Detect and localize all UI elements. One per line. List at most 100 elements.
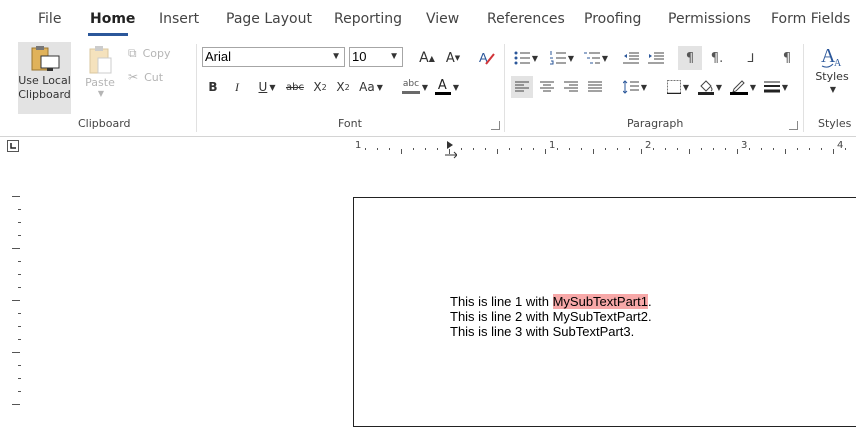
ruler-tick (845, 148, 846, 150)
vertical-ruler[interactable] (8, 190, 28, 414)
tab-file[interactable]: File (38, 11, 61, 27)
tab-permissions[interactable]: Permissions (668, 11, 751, 27)
ruler-tick (12, 352, 20, 353)
font-group-label: Font (338, 117, 362, 130)
tab-selector-button[interactable] (7, 140, 19, 152)
borders-button[interactable]: ▼ (664, 76, 692, 98)
ruler-tick (701, 148, 702, 150)
show-formatting-button[interactable]: ¶ (678, 46, 702, 70)
paragraph-marks-button[interactable]: ¶. (706, 48, 728, 68)
tab-references[interactable]: References (487, 11, 565, 27)
ruler-tick (18, 235, 21, 236)
ruler-tick (12, 404, 20, 405)
chevron-down-icon: ▼ (331, 51, 341, 62)
ruler-tick (533, 148, 534, 150)
border-color-button[interactable]: ▼ (728, 76, 758, 98)
chevron-down-icon: ▼ (421, 82, 429, 92)
line-spacing-button[interactable]: ▼ (620, 76, 650, 98)
underline-icon: U (258, 80, 268, 94)
bullets-button[interactable]: ▼ (512, 48, 540, 68)
line-1-suffix: . (647, 294, 652, 309)
clear-formatting-button[interactable]: A (476, 48, 498, 68)
font-color-button[interactable]: A ▼ (432, 77, 462, 97)
chevron-down-icon: ▼ (715, 82, 723, 92)
tab-reporting[interactable]: Reporting (334, 11, 402, 27)
group-separator (803, 44, 804, 132)
superscript-mark: 2 (344, 82, 350, 92)
use-local-clipboard-button[interactable]: Use Local Clipboard (18, 42, 71, 114)
tab-form-fields[interactable]: Form Fields (771, 11, 850, 27)
document-line-3[interactable]: This is line 3 with SubTextPart3. (450, 324, 634, 339)
ruler-tick (18, 313, 21, 314)
ruler-tick (401, 149, 402, 154)
ruler-tick (18, 391, 21, 392)
tab-insert[interactable]: Insert (159, 11, 199, 27)
line-style-button[interactable]: ▼ (762, 76, 790, 98)
subscript-button[interactable]: X2 (310, 77, 330, 97)
font-family-combo[interactable]: Arial ▼ (202, 47, 345, 67)
document-line-2[interactable]: This is line 2 with MySubTextPart2. (450, 309, 652, 324)
highlighted-text[interactable]: MySubTextPart1 (552, 294, 648, 309)
horizontal-ruler[interactable]: 1 1 2 3 4 (0, 137, 856, 159)
ruler-tick (18, 287, 21, 288)
superscript-button[interactable]: X2 (333, 77, 353, 97)
highlight-color-button[interactable]: abc ▼ (400, 77, 430, 97)
align-right-button[interactable] (560, 76, 582, 98)
ruler-tick (725, 148, 726, 150)
align-center-button[interactable] (536, 76, 558, 98)
ruler-tick (605, 148, 606, 150)
grow-font-button[interactable]: A ▲ (416, 48, 438, 68)
ruler-tick (461, 148, 462, 150)
ruler-tick (569, 148, 570, 150)
font-dialog-launcher-icon[interactable] (491, 121, 500, 130)
document-page[interactable]: This is line 1 with MySubTextPart1. This… (353, 197, 856, 427)
bold-button[interactable]: B (204, 77, 222, 97)
styles-button[interactable]: A A Styles ▼ (810, 42, 854, 112)
copy-label: Copy (142, 46, 171, 60)
chevron-down-icon: ▼ (601, 53, 609, 63)
subscript-icon: X (313, 80, 322, 94)
ruler-tick (12, 300, 20, 301)
tab-view[interactable]: View (426, 11, 459, 27)
decrease-indent-button[interactable] (620, 48, 642, 68)
paragraph-dialog-launcher-icon[interactable] (789, 121, 798, 130)
copy-button[interactable]: ⧉ Copy (128, 44, 184, 62)
strikethrough-button[interactable]: abc (284, 77, 306, 97)
italic-button[interactable]: I (228, 77, 246, 97)
pilcrow-arrow-icon: ¶. (710, 50, 724, 66)
tab-page-layout[interactable]: Page Layout (226, 11, 312, 27)
ruler-tick (18, 378, 21, 379)
paragraph-mark-button[interactable]: ¶ (776, 48, 798, 68)
styles-label: Styles (815, 70, 849, 83)
ruler-tick (665, 148, 666, 150)
ruler-scale: 1 1 2 3 4 (353, 139, 856, 157)
chevron-down-icon: ▼ (682, 82, 690, 92)
align-right-icon (564, 81, 578, 92)
tab-proofing[interactable]: Proofing (584, 11, 641, 27)
paste-button[interactable]: Paste ▼ (80, 42, 120, 114)
multilevel-list-button[interactable]: ▼ (582, 48, 610, 68)
font-size-combo[interactable]: 10 ▼ (349, 47, 403, 67)
chevron-down-icon: ▼ (781, 82, 789, 92)
increase-indent-button[interactable] (645, 48, 667, 68)
chevron-down-icon: ▼ (829, 85, 837, 94)
ruler-tick (497, 149, 498, 154)
font-family-value: Arial (205, 49, 232, 64)
ruler-tick (485, 148, 486, 150)
shading-button[interactable]: ▼ (696, 76, 724, 98)
hidden-text-button[interactable]: ⅃ (740, 48, 762, 68)
ruler-tick (773, 148, 774, 150)
change-case-button[interactable]: Aa ▼ (357, 77, 385, 97)
tab-home[interactable]: Home (90, 11, 135, 27)
numbering-button[interactable]: ▼ (548, 48, 576, 68)
indent-marker-icon[interactable] (445, 141, 457, 159)
ribbon-tabs: File Home Insert Page Layout Reporting V… (0, 0, 856, 40)
underline-button[interactable]: U ▼ (252, 77, 282, 97)
document-line-1[interactable]: This is line 1 with MySubTextPart1. (450, 294, 652, 309)
shrink-font-button[interactable]: A ▼ (442, 48, 464, 68)
ruler-tick (545, 149, 546, 154)
justify-button[interactable] (584, 76, 606, 98)
ruler-number: 4 (837, 140, 844, 151)
align-left-button[interactable] (511, 76, 533, 98)
cut-button[interactable]: ✂ Cut (128, 68, 184, 86)
